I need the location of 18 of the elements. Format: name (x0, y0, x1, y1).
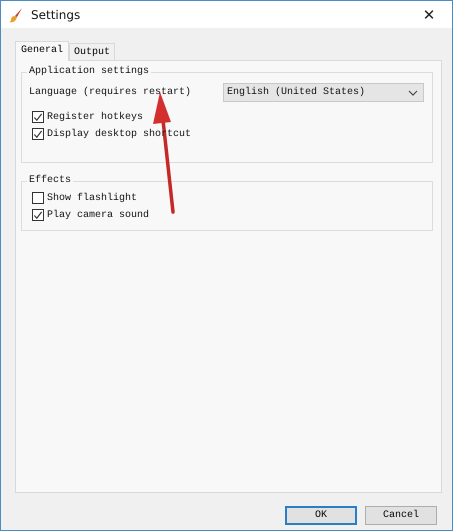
group-title: Application settings (27, 66, 152, 78)
caret-icon (408, 90, 418, 96)
close-button[interactable]: ✕ (406, 1, 452, 28)
checkbox-label: Register hotkeys (47, 112, 144, 122)
language-dropdown[interactable]: English (United States) (223, 83, 424, 102)
checkbox[interactable] (32, 128, 44, 140)
window-title: Settings (31, 8, 82, 22)
tab[interactable]: Output (69, 43, 116, 60)
brush-icon (8, 6, 24, 22)
checkbox-label: Show flashlight (47, 192, 138, 204)
cancel-button[interactable]: Cancel (365, 506, 437, 525)
tab[interactable]: General (15, 41, 70, 61)
checkbox[interactable] (32, 192, 44, 204)
checkbox[interactable] (32, 111, 44, 123)
checkbox[interactable] (32, 209, 44, 221)
field-label: Language (requires restart) (29, 87, 192, 98)
checkbox-label: Play camera sound (47, 210, 150, 220)
ok-button[interactable]: OK (285, 506, 357, 525)
